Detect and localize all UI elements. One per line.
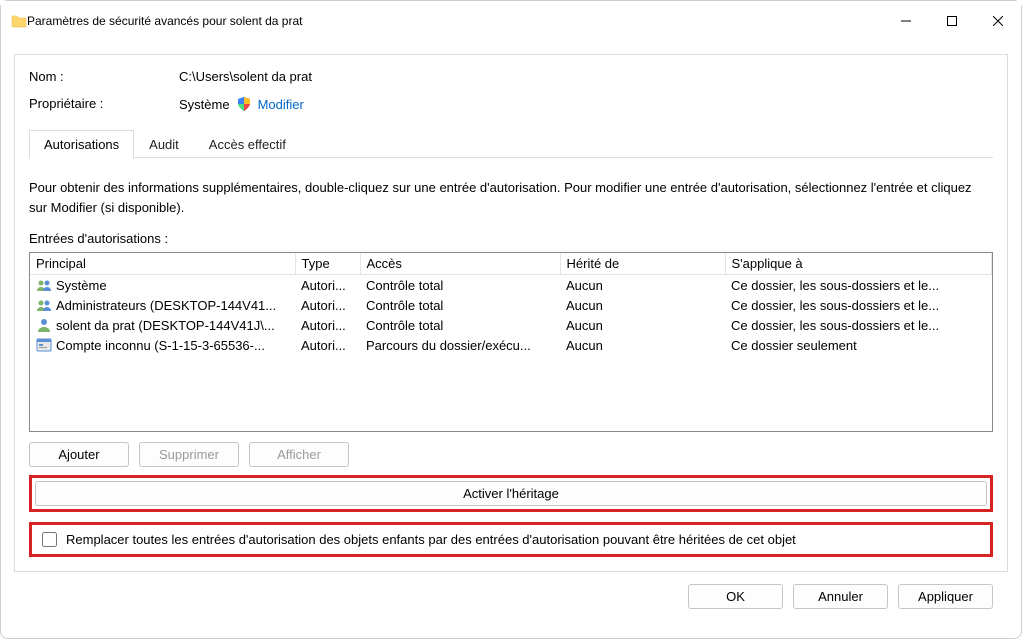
principal-name: Compte inconnu (S-1-15-3-65536-...: [56, 338, 265, 353]
tab-effective-access[interactable]: Accès effectif: [194, 130, 301, 158]
cell-access: Contrôle total: [360, 315, 560, 335]
view-button[interactable]: Afficher: [249, 442, 349, 467]
main-panel: Nom : C:\Users\solent da prat Propriétai…: [14, 54, 1008, 572]
window-title: Paramètres de sécurité avancés pour sole…: [27, 14, 883, 28]
cell-type: Autori...: [295, 315, 360, 335]
cell-access: Parcours du dossier/exécu...: [360, 335, 560, 355]
col-principal[interactable]: Principal: [30, 253, 295, 275]
principal-name: Administrateurs (DESKTOP-144V41...: [56, 298, 276, 313]
cell-applies: Ce dossier, les sous-dossiers et le...: [725, 275, 992, 296]
cell-applies: Ce dossier, les sous-dossiers et le...: [725, 295, 992, 315]
col-inherited[interactable]: Hérité de: [560, 253, 725, 275]
maximize-button[interactable]: [929, 1, 975, 41]
table-header-row: Principal Type Accès Hérité de S'appliqu…: [30, 253, 992, 275]
shield-icon: [236, 96, 252, 112]
principal-icon: [36, 277, 52, 293]
table-row[interactable]: Système Autori...Contrôle totalAucunCe do…: [30, 275, 992, 296]
entries-label: Entrées d'autorisations :: [29, 231, 993, 246]
col-access[interactable]: Accès: [360, 253, 560, 275]
col-applies[interactable]: S'applique à: [725, 253, 992, 275]
table-row[interactable]: Compte inconnu (S-1-15-3-65536-... Autori…: [30, 335, 992, 355]
apply-button[interactable]: Appliquer: [898, 584, 993, 609]
tabs: Autorisations Audit Accès effectif: [29, 130, 993, 158]
principal-icon: [36, 337, 52, 353]
enable-inheritance-highlight: Activer l'héritage: [29, 475, 993, 512]
cell-type: Autori...: [295, 335, 360, 355]
cell-inherited: Aucun: [560, 295, 725, 315]
modify-owner-link[interactable]: Modifier: [258, 97, 304, 112]
replace-children-checkbox[interactable]: [42, 532, 57, 547]
cancel-button[interactable]: Annuler: [793, 584, 888, 609]
cell-access: Contrôle total: [360, 295, 560, 315]
name-label: Nom :: [29, 69, 179, 84]
name-value: C:\Users\solent da prat: [179, 69, 312, 84]
principal-icon: [36, 317, 52, 333]
tab-permissions[interactable]: Autorisations: [29, 130, 134, 159]
cell-inherited: Aucun: [560, 335, 725, 355]
cell-type: Autori...: [295, 295, 360, 315]
ok-button[interactable]: OK: [688, 584, 783, 609]
table-row[interactable]: solent da prat (DESKTOP-144V41J\... Autor…: [30, 315, 992, 335]
principal-name: solent da prat (DESKTOP-144V41J\...: [56, 318, 275, 333]
dialog-footer: OK Annuler Appliquer: [14, 572, 1008, 625]
enable-inheritance-button[interactable]: Activer l'héritage: [35, 481, 987, 506]
cell-access: Contrôle total: [360, 275, 560, 296]
permissions-table: Principal Type Accès Hérité de S'appliqu…: [29, 252, 993, 432]
cell-applies: Ce dossier seulement: [725, 335, 992, 355]
folder-icon: [11, 13, 27, 29]
cell-inherited: Aucun: [560, 275, 725, 296]
principal-name: Système: [56, 278, 107, 293]
table-row[interactable]: Administrateurs (DESKTOP-144V41... Autori…: [30, 295, 992, 315]
titlebar: Paramètres de sécurité avancés pour sole…: [1, 1, 1021, 41]
replace-children-label: Remplacer toutes les entrées d'autorisat…: [66, 532, 796, 547]
window-controls: [883, 1, 1021, 41]
cell-type: Autori...: [295, 275, 360, 296]
close-button[interactable]: [975, 1, 1021, 41]
remove-button[interactable]: Supprimer: [139, 442, 239, 467]
minimize-button[interactable]: [883, 1, 929, 41]
add-button[interactable]: Ajouter: [29, 442, 129, 467]
col-type[interactable]: Type: [295, 253, 360, 275]
owner-value: Système: [179, 97, 230, 112]
replace-children-highlight: Remplacer toutes les entrées d'autorisat…: [29, 522, 993, 557]
cell-applies: Ce dossier, les sous-dossiers et le...: [725, 315, 992, 335]
owner-label: Propriétaire :: [29, 96, 179, 112]
instructions-text: Pour obtenir des informations supplément…: [29, 178, 993, 217]
principal-icon: [36, 297, 52, 313]
cell-inherited: Aucun: [560, 315, 725, 335]
tab-audit[interactable]: Audit: [134, 130, 194, 158]
